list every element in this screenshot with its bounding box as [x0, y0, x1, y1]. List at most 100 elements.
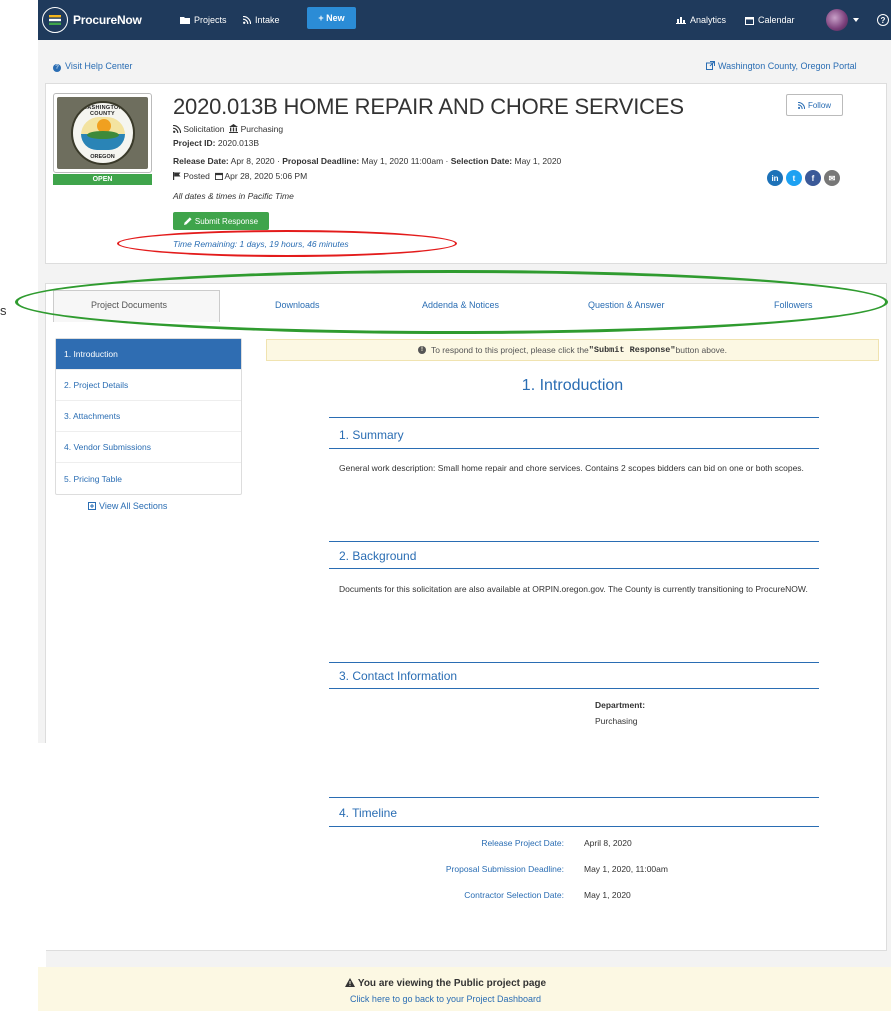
nav-intake[interactable]: Intake	[243, 0, 280, 40]
project-id-label: Project ID:	[173, 138, 216, 148]
posted-date: Apr 28, 2020 5:06 PM	[224, 171, 308, 181]
timeline-value: April 8, 2020	[584, 838, 632, 848]
proposal-deadline-value: May 1, 2020 11:00am ·	[361, 156, 449, 166]
nav-calendar-label: Calendar	[758, 15, 795, 25]
document-heading: 1. Introduction	[521, 377, 624, 394]
project-id-line: Project ID: 2020.013B	[173, 138, 259, 148]
sidenav-item-vendor-submissions[interactable]: 4. Vendor Submissions	[56, 432, 241, 463]
sidenav-item-pricing-table[interactable]: 5. Pricing Table	[56, 463, 241, 494]
institution-icon	[229, 124, 239, 133]
project-type: Solicitation	[183, 124, 225, 134]
rss-icon	[797, 101, 805, 109]
section-rule	[329, 417, 819, 418]
section-rule	[329, 541, 819, 542]
external-link-icon	[706, 61, 715, 70]
info-icon: !	[417, 346, 426, 354]
release-date-label: Release Date:	[173, 156, 229, 166]
section-sidenav: 1. Introduction 2. Project Details 3. At…	[55, 338, 242, 495]
section-rule	[329, 826, 819, 827]
notice-text-post: button above.	[675, 345, 728, 355]
section-title-summary: 1. Summary	[339, 428, 404, 442]
section-body-background: Documents for this solicitation are also…	[339, 584, 808, 594]
new-project-button[interactable]: + New	[307, 7, 356, 29]
calendar-icon	[745, 16, 754, 25]
green-annotation-ellipse	[15, 270, 888, 334]
expand-icon	[88, 502, 96, 510]
pencil-icon	[183, 217, 192, 225]
view-all-sections-link[interactable]: View All Sections	[88, 501, 167, 511]
project-title: 2020.013B HOME REPAIR AND CHORE SERVICES	[173, 94, 684, 119]
nav-projects-label: Projects	[194, 15, 227, 25]
chevron-down-icon	[853, 18, 859, 22]
selection-date-label: Selection Date:	[450, 156, 513, 166]
avatar	[826, 9, 848, 31]
calendar-icon	[214, 172, 223, 180]
edge-glyph: s	[0, 303, 7, 318]
public-view-footer	[38, 967, 891, 1011]
proposal-deadline-label: Proposal Deadline:	[282, 156, 360, 166]
help-icon: ?	[877, 14, 889, 26]
public-view-notice: You are viewing the Public project page	[0, 978, 891, 989]
section-rule	[329, 797, 819, 798]
timeline-label: Contractor Selection Date:	[464, 890, 564, 900]
timezone-note: All dates & times in Pacific Time	[173, 191, 294, 201]
project-department: Purchasing	[240, 124, 284, 134]
user-menu[interactable]	[826, 0, 859, 40]
contact-department-label: Department:	[595, 700, 646, 710]
nav-projects[interactable]: Projects	[180, 0, 227, 40]
section-body-summary: General work description: Small home rep…	[339, 463, 804, 473]
red-annotation-ellipse	[117, 230, 457, 257]
follow-label: Follow	[807, 100, 832, 110]
selection-date-value: May 1, 2020	[514, 156, 562, 166]
section-rule	[329, 662, 819, 663]
help-center-link[interactable]: ? Visit Help Center	[53, 61, 132, 72]
sidenav-item-project-details[interactable]: 2. Project Details	[56, 370, 241, 401]
view-all-label: View All Sections	[99, 501, 168, 511]
submit-response-label: Submit Response	[194, 216, 259, 226]
section-rule	[329, 688, 819, 689]
status-badge: OPEN	[53, 174, 152, 185]
notice-text-pre: To respond to this project, please click…	[430, 345, 589, 355]
brand-logo[interactable]: ProcureNow	[42, 0, 142, 40]
linkedin-share-icon[interactable]: in	[767, 170, 783, 186]
back-to-dashboard-link[interactable]: Click here to go back to your Project Da…	[0, 994, 891, 1004]
warning-icon	[344, 978, 355, 987]
facebook-share-icon[interactable]: f	[805, 170, 821, 186]
project-dates-line: Release Date: Apr 8, 2020 · Proposal Dea…	[173, 156, 561, 166]
sidenav-item-attachments[interactable]: 3. Attachments	[56, 401, 241, 432]
release-date-value: Apr 8, 2020 ·	[230, 156, 280, 166]
section-title-timeline: 4. Timeline	[339, 806, 398, 820]
contact-department-value: Purchasing	[595, 716, 638, 726]
project-type-line: Solicitation Purchasing	[172, 124, 284, 134]
nav-analytics[interactable]: Analytics	[676, 0, 726, 40]
help-center-label: Visit Help Center	[65, 61, 133, 71]
help-menu[interactable]: ?	[877, 0, 889, 40]
section-title-contact: 3. Contact Information	[339, 669, 458, 683]
folder-icon	[180, 17, 190, 24]
county-portal-label: Washington County, Oregon Portal	[718, 61, 857, 71]
question-circle-icon: ?	[53, 64, 61, 72]
submit-response-button[interactable]: Submit Response	[173, 212, 269, 230]
procurenow-logo-icon	[42, 7, 68, 33]
section-rule	[329, 568, 819, 569]
seal-text-bottom: OREGON	[90, 154, 115, 160]
follow-button[interactable]: Follow	[786, 94, 843, 116]
flag-icon	[173, 172, 181, 180]
posted-line: Posted Apr 28, 2020 5:06 PM	[173, 171, 307, 181]
sidenav-item-introduction[interactable]: 1. Introduction	[56, 339, 241, 370]
timeline-label: Proposal Submission Deadline:	[445, 864, 564, 874]
rss-icon	[172, 124, 182, 134]
rss-icon	[243, 16, 251, 24]
timeline-value: May 1, 2020	[584, 890, 631, 900]
timeline-label: Release Project Date:	[481, 838, 564, 848]
submit-notice-banner: ! To respond to this project, please cli…	[266, 339, 879, 361]
section-title-background: 2. Background	[339, 549, 417, 563]
email-share-icon[interactable]: ✉	[824, 170, 840, 186]
county-portal-link[interactable]: Washington County, Oregon Portal	[706, 61, 857, 71]
project-id-value: 2020.013B	[217, 138, 260, 148]
nav-calendar[interactable]: Calendar	[745, 0, 795, 40]
twitter-share-icon[interactable]: t	[786, 170, 802, 186]
bar-chart-icon	[676, 17, 686, 24]
notice-text-bold: "Submit Response"	[588, 345, 676, 355]
timeline-value: May 1, 2020, 11:00am	[584, 864, 668, 874]
